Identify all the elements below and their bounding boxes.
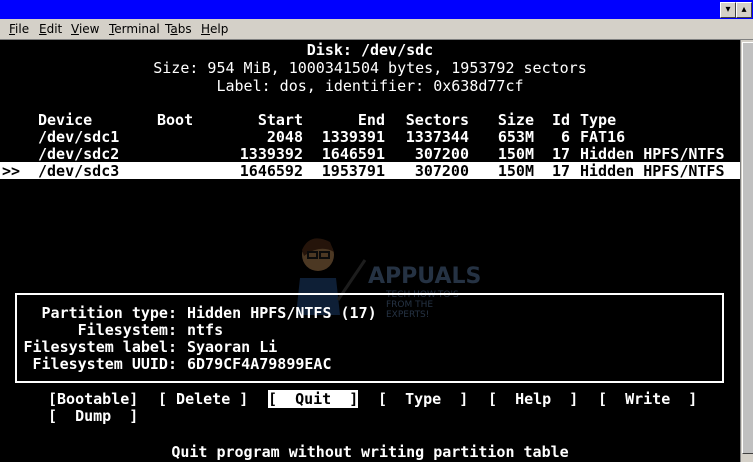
menu-help[interactable]: Help xyxy=(201,22,228,36)
fs-label-label: Filesystem label: xyxy=(23,338,177,356)
menubar: File Edit View Terminal Tabs Help xyxy=(0,19,753,40)
window-titlebar: ▾ ▴ xyxy=(0,0,753,19)
row-size: 150M xyxy=(497,145,534,163)
partition-type-label: Partition type: xyxy=(41,304,177,322)
row-device: /dev/sdc1 xyxy=(38,128,120,146)
help-button[interactable]: [ Help ] xyxy=(488,390,578,408)
header-boot: Boot xyxy=(157,111,194,129)
type-button[interactable]: [ Type ] xyxy=(378,390,468,408)
write-button[interactable]: [ Write ] xyxy=(598,390,697,408)
fs-label-value: Syaoran Li xyxy=(187,338,278,356)
menu-edit[interactable]: Edit xyxy=(39,22,62,36)
row-id: 17 xyxy=(551,162,570,180)
row-type: Hidden HPFS/NTFS xyxy=(580,145,725,163)
header-device: Device xyxy=(38,111,93,129)
partition-type-value: Hidden HPFS/NTFS (17) xyxy=(187,304,377,322)
bootable-button[interactable]: [Bootable] xyxy=(48,390,138,408)
table-row[interactable]: /dev/sdc2 1339392 1646591 307200 150M 17… xyxy=(0,145,740,163)
scrollbar-thumb[interactable] xyxy=(742,42,753,454)
status-line: Quit program without writing partition t… xyxy=(171,443,569,461)
partition-info-box: Partition type: Hidden HPFS/NTFS (17) Fi… xyxy=(15,293,724,383)
row-end: 1339391 xyxy=(321,128,385,146)
row-sectors: 1337344 xyxy=(405,128,469,146)
row-size: 653M xyxy=(497,128,534,146)
row-id: 17 xyxy=(551,145,570,163)
vertical-scrollbar[interactable] xyxy=(740,40,753,462)
terminal-area[interactable]: Disk: /dev/sdc Size: 954 MiB, 1000341504… xyxy=(0,40,740,462)
header-size: Size xyxy=(497,111,534,129)
menu-view[interactable]: View xyxy=(71,22,99,36)
fs-uuid-label: Filesystem UUID: xyxy=(32,355,178,373)
fs-uuid-value: 6D79CF4A79899EAC xyxy=(187,355,332,373)
header-type: Type xyxy=(580,111,617,129)
menu-tabs[interactable]: Tabs xyxy=(165,22,192,36)
row-type: Hidden HPFS/NTFS xyxy=(580,162,725,180)
row-start: 1339392 xyxy=(239,145,303,163)
filesystem-label: Filesystem: xyxy=(77,321,177,339)
header-id: Id xyxy=(551,111,570,129)
dump-button[interactable]: [ Dump ] xyxy=(48,407,138,425)
row-type: FAT16 xyxy=(580,128,626,146)
header-start: Start xyxy=(257,111,303,129)
row-marker: >> xyxy=(2,162,21,180)
menu-file[interactable]: File xyxy=(9,22,29,36)
quit-button[interactable]: [ Quit ] xyxy=(268,390,359,408)
header-end: End xyxy=(357,111,385,129)
maximize-icon[interactable]: ▴ xyxy=(736,2,752,18)
row-device: /dev/sdc2 xyxy=(38,145,120,163)
row-sectors: 307200 xyxy=(414,145,469,163)
row-size: 150M xyxy=(497,162,534,180)
filesystem-value: ntfs xyxy=(187,321,224,339)
delete-button[interactable]: [ Delete ] xyxy=(158,390,248,408)
row-device: /dev/sdc3 xyxy=(38,162,120,180)
disk-size-line: Size: 954 MiB, 1000341504 bytes, 1953792… xyxy=(153,59,587,77)
menu-terminal[interactable]: Terminal xyxy=(109,22,160,36)
table-row[interactable]: /dev/sdc1 2048 1339391 1337344 653M 6 FA… xyxy=(0,128,740,146)
row-start: 1646592 xyxy=(239,162,303,180)
disk-title: Disk: /dev/sdc xyxy=(306,41,434,59)
minimize-icon[interactable]: ▾ xyxy=(720,2,736,18)
row-id: 6 xyxy=(560,128,570,146)
header-sectors: Sectors xyxy=(405,111,469,129)
row-end: 1646591 xyxy=(321,145,385,163)
watermark-brand: APPUALS xyxy=(368,264,482,289)
row-end: 1953791 xyxy=(321,162,385,180)
row-start: 2048 xyxy=(266,128,303,146)
row-sectors: 307200 xyxy=(414,162,469,180)
table-row-selected[interactable]: >> /dev/sdc3 1646592 1953791 307200 150M… xyxy=(0,162,740,180)
disk-label-line: Label: dos, identifier: 0x638d77cf xyxy=(216,77,524,95)
